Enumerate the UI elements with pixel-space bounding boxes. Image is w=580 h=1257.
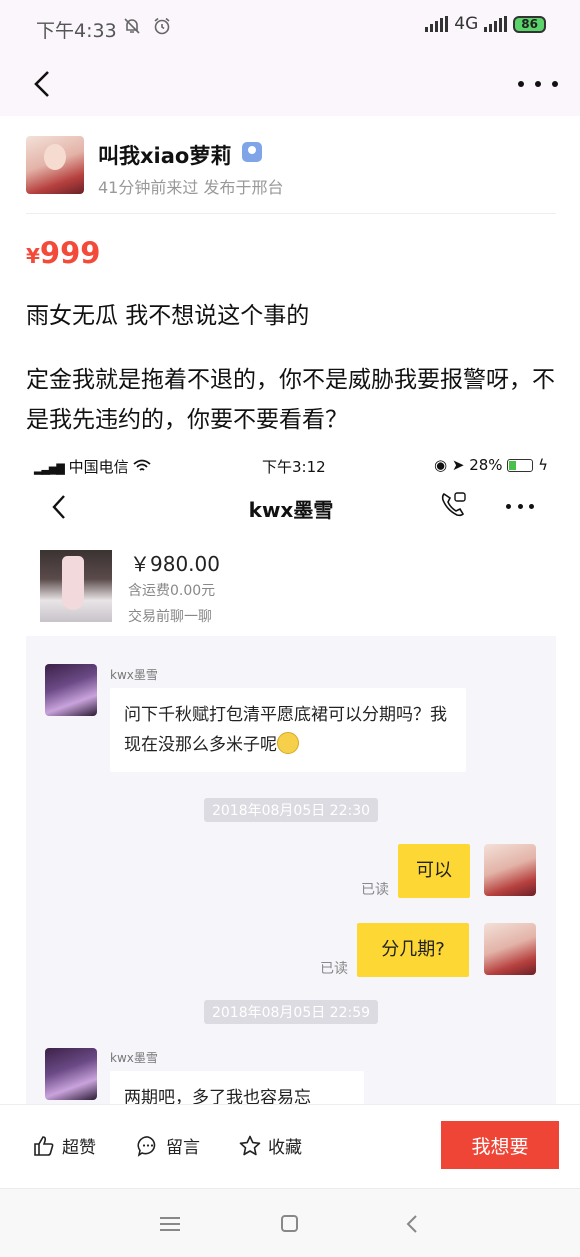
embedded-carrier: 中国电信	[68, 458, 129, 476]
buyer-avatar	[45, 1048, 97, 1100]
want-button[interactable]: 我想要	[441, 1121, 559, 1169]
embedded-more-icon	[506, 504, 534, 509]
thumbs-up-icon	[34, 1135, 54, 1156]
timestamp: 2018年08月05日 22:59	[26, 1000, 556, 1024]
embedded-lock-icon: ◉	[433, 456, 448, 474]
battery-indicator: 86	[513, 15, 546, 33]
my-message-bubble: 分几期?	[357, 923, 469, 977]
seller-avatar[interactable]	[26, 136, 84, 194]
comment-icon	[137, 1135, 156, 1157]
top-nav	[0, 56, 580, 116]
alarm-icon	[154, 17, 170, 35]
charging-icon: ϟ	[538, 456, 548, 474]
product-thumbnail	[40, 550, 112, 622]
description-line-1: 雨女无瓜 我不想说这个事的	[26, 303, 310, 329]
more-options-button[interactable]	[518, 70, 558, 98]
my-avatar	[484, 923, 536, 975]
seller-name[interactable]: 叫我xiao萝莉	[98, 140, 231, 170]
embedded-chat-hint: 交易前聊一聊	[128, 609, 212, 625]
chat-screenshot-image[interactable]: ▂▃▅▇ 中国电信 下午3:12 ◉ ➤ 28% ϟ kwx墨雪 ￥980.00…	[26, 446, 556, 1104]
chat-header-area: ▂▃▅▇ 中国电信 下午3:12 ◉ ➤ 28% ϟ kwx墨雪 ￥980.00…	[26, 446, 556, 636]
comment-label: 留言	[166, 1138, 200, 1158]
description-line-2: 定金我就是拖着不退的，你不是威胁我要报警呀，不是我先违约的，你要不要看看？	[26, 367, 555, 433]
status-time: 下午4:33	[36, 20, 117, 42]
seller-meta: 41分钟前来过 发布于邢台	[98, 178, 284, 197]
comment-button[interactable]: 留言	[136, 1133, 200, 1158]
like-button[interactable]: 超赞	[32, 1133, 96, 1158]
status-right: 4G 86	[425, 14, 546, 34]
embedded-status-bar: ▂▃▅▇ 中国电信 下午3:12 ◉ ➤ 28% ϟ	[26, 456, 556, 478]
location-arrow-icon: ➤	[451, 456, 465, 474]
embedded-battery-icon	[507, 459, 534, 472]
bell-muted-icon	[124, 18, 140, 34]
embedded-signal-icon: ▂▃▅▇	[34, 462, 65, 475]
my-avatar	[484, 844, 536, 896]
buyer-name: kwx墨雪	[110, 1051, 158, 1065]
verified-badge-icon	[242, 142, 262, 162]
embedded-battery-text: 28%	[469, 456, 503, 474]
favorite-button[interactable]: 收藏	[238, 1133, 302, 1158]
buyer-name: kwx墨雪	[110, 668, 158, 682]
wifi-icon	[133, 459, 152, 471]
currency-symbol: ¥	[26, 244, 40, 268]
signal-icon-2	[484, 16, 508, 32]
system-nav-bar	[0, 1188, 580, 1257]
timestamp: 2018年08月05日 22:30	[26, 798, 556, 822]
read-status: 已读	[320, 961, 348, 977]
seller-header: 叫我xiao萝莉 41分钟前来过 发布于邢台	[26, 132, 556, 214]
chat-title: kwx墨雪	[248, 498, 334, 522]
back-nav-icon[interactable]	[402, 1213, 422, 1235]
home-icon[interactable]	[281, 1215, 298, 1232]
listing-price: ¥999	[26, 236, 100, 270]
back-button[interactable]	[26, 66, 62, 102]
network-type: 4G	[454, 14, 479, 34]
price-value: 999	[39, 236, 101, 270]
embedded-time: 下午3:12	[262, 458, 326, 476]
message-bubble: 两期吧，多了我也容易忘	[110, 1071, 364, 1104]
my-message-bubble: 可以	[398, 844, 470, 898]
phone-icon	[438, 490, 468, 520]
status-bar: 下午4:33 4G 86	[0, 0, 580, 56]
favorite-label: 收藏	[268, 1138, 302, 1158]
embedded-product-price: ￥980.00	[130, 552, 220, 576]
smile-emoji-icon	[277, 732, 299, 754]
read-status: 已读	[361, 882, 389, 898]
embedded-shipping: 含运费0.00元	[128, 583, 216, 599]
star-icon	[239, 1135, 261, 1155]
notification-icons	[122, 16, 172, 38]
signal-icon	[425, 16, 449, 32]
like-label: 超赞	[62, 1138, 96, 1158]
menu-icon[interactable]	[160, 1217, 180, 1231]
buyer-avatar	[45, 664, 97, 716]
chevron-left-icon	[34, 71, 49, 97]
message-bubble: 问下千秋赋打包清平愿底裙可以分期吗？我现在没那么多米子呢	[110, 688, 466, 772]
action-bar: 超赞 留言 收藏 我想要	[0, 1104, 580, 1188]
